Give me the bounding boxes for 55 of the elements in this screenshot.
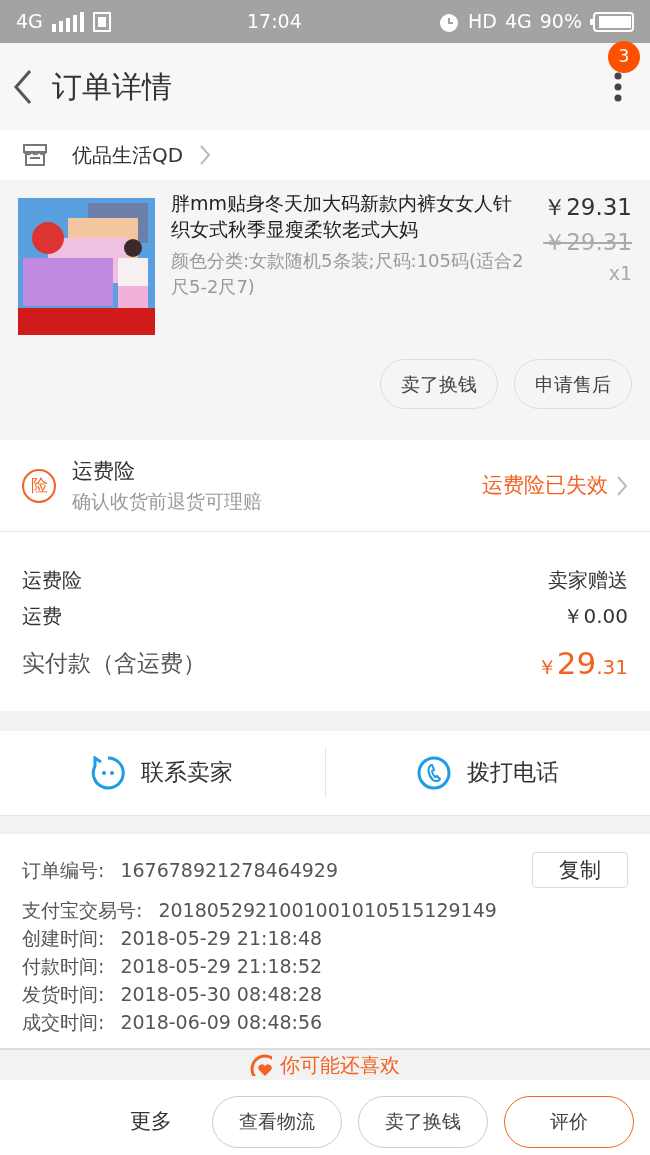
fee-value: 卖家赠送 xyxy=(548,567,628,594)
shop-name: 优品生活QD xyxy=(72,142,184,169)
copy-button[interactable]: 复制 xyxy=(532,851,628,888)
original-price: ￥29.31 xyxy=(543,227,632,257)
total-amount: ￥29.31 xyxy=(536,644,628,683)
action-button[interactable]: 申请售后 xyxy=(514,359,632,409)
info-label: 订单编号: xyxy=(22,857,105,883)
fee-label: 运费险 xyxy=(22,567,82,594)
page-title: 订单详情 xyxy=(52,68,172,106)
battery-icon xyxy=(590,11,634,32)
chevron-right-icon[interactable] xyxy=(616,474,628,497)
quantity-label: x1 xyxy=(607,261,632,286)
insurance-status: 运费险已失效 xyxy=(482,471,608,499)
info-value: 2018-06-09 08:48:56 xyxy=(120,1009,323,1035)
info-value: 167678921278464929 xyxy=(120,857,338,883)
info-value: 2018-05-29 21:18:52 xyxy=(120,953,323,979)
info-value: 2018-05-30 08:48:28 xyxy=(120,981,323,1007)
info-value: 2018052921001001010515129149 xyxy=(158,897,497,923)
hd-label: HD xyxy=(468,9,497,35)
action-button[interactable]: 卖了换钱 xyxy=(358,1095,488,1148)
phone-icon[interactable] xyxy=(416,755,451,790)
action-button[interactable]: 卖了换钱 xyxy=(380,359,498,409)
fee-label: 实付款（含运费） xyxy=(22,649,206,678)
info-label: 创建时间: xyxy=(22,925,105,951)
info-label: 发货时间: xyxy=(22,981,105,1007)
contact-link[interactable]: 拨打电话 xyxy=(466,755,559,790)
info-label: 成交时间: xyxy=(22,1009,105,1035)
info-label: 支付宝交易号: xyxy=(22,897,143,923)
battery-percent: 90% xyxy=(539,9,582,35)
clock-time: 17:04 xyxy=(247,9,302,35)
signal-icon xyxy=(50,11,85,32)
insurance-icon: 险 xyxy=(22,468,56,503)
more-icon[interactable] xyxy=(614,72,622,103)
network-label: 4G xyxy=(16,9,43,35)
sim-icon xyxy=(92,11,111,32)
product-price: ￥29.31 xyxy=(543,193,632,222)
info-label: 付款时间: xyxy=(22,953,105,979)
product-title: 胖mm贴身冬天加大码新款内裤女女人针织女式秋季显瘦柔软老式大妈 xyxy=(171,191,514,242)
heart-icon xyxy=(250,1053,272,1076)
fee-value: ￥0.00 xyxy=(563,603,628,630)
recommend-title: 你可能还喜欢 xyxy=(280,1052,400,1077)
info-value: 2018-05-29 21:18:48 xyxy=(120,925,323,951)
notification-badge: 3 xyxy=(608,40,640,73)
network-label: 4G xyxy=(504,9,532,35)
product-sku: 颜色分类:女款随机5条装;尺码:105码(适合2尺5-2尺7) xyxy=(171,249,525,299)
contact-link[interactable]: 联系卖家 xyxy=(141,755,234,790)
action-button[interactable]: 查看物流 xyxy=(212,1095,342,1148)
chat-face-icon[interactable] xyxy=(91,755,126,790)
action-button[interactable]: 评价 xyxy=(504,1095,634,1148)
insurance-subtitle: 确认收货前退货可理赔 xyxy=(72,489,262,514)
insurance-title: 运费险 xyxy=(72,457,136,485)
chevron-right-icon[interactable] xyxy=(199,144,212,166)
more-link[interactable]: 更多 xyxy=(130,1105,172,1138)
fee-label: 运费 xyxy=(22,603,62,630)
store-icon xyxy=(22,143,48,167)
